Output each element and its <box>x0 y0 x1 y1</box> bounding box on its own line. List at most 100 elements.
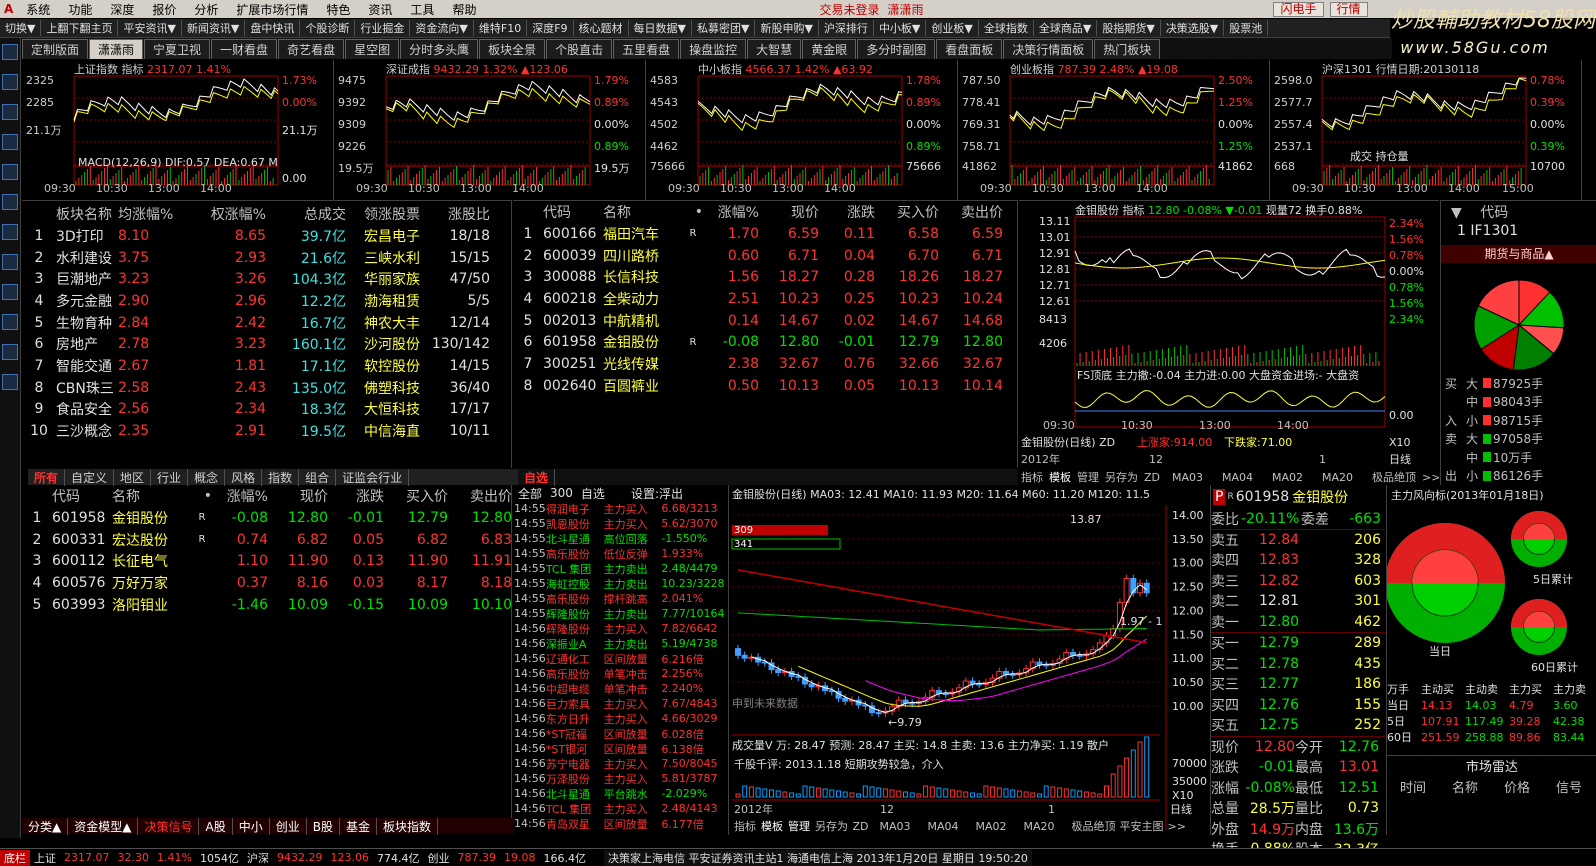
layout-tab[interactable]: 板块全景 <box>479 39 546 59</box>
table-row[interactable]: 7 智能交通 2.67 1.81 17.1亿 软控股份 14/15 <box>22 355 512 377</box>
chart-tab[interactable]: MA20 <box>1024 820 1055 833</box>
column-header[interactable]: 现价 <box>759 202 819 222</box>
column-header[interactable]: 名称 <box>603 202 683 222</box>
signal-row[interactable]: 14:55 北斗星通 高位回落 -1.550% <box>514 531 728 546</box>
chart-tab[interactable]: ZD <box>853 820 869 833</box>
buy-level[interactable]: 买四 12.76 155 <box>1211 695 1385 716</box>
column-header[interactable]: 板块名称 <box>56 204 118 224</box>
line-chart-icon[interactable] <box>2 104 18 120</box>
intraday-svg[interactable]: 13.11 13.01 12.91 12.81 12.71 12.61 8413 4206 2.… <box>1019 201 1439 486</box>
menu-depth[interactable]: 深度 <box>101 1 143 18</box>
column-header[interactable]: 卖出价 <box>939 202 1003 222</box>
layout-tab[interactable]: 五里看盘 <box>613 39 680 59</box>
column-header[interactable]: • <box>192 488 212 504</box>
buy-level[interactable]: 买一 12.79 289 <box>1211 633 1385 654</box>
column-header[interactable]: 买入价 <box>875 202 939 222</box>
toolbar-item[interactable]: 新闻资讯▼ <box>182 20 246 36</box>
layout-tab[interactable]: 分时多头鹰 <box>400 39 479 59</box>
chart-tab[interactable]: MA02 <box>1272 471 1303 484</box>
signal-row[interactable]: 14:56 苏宁电器 主力买入 7.50/8045 <box>514 756 728 771</box>
toolbar-item[interactable]: 创业板▼ <box>926 20 979 36</box>
signal-row[interactable]: 14:56 *ST银河 区间放量 6.138倍 <box>514 741 728 756</box>
table-row[interactable]: 3 巨潮地产 3.23 3.26 104.3亿 华丽家族 47/50 <box>22 268 512 290</box>
column-header[interactable]: 总成交 <box>266 204 346 224</box>
menu-extended[interactable]: 扩展市场行情 <box>227 1 317 18</box>
category-tab[interactable]: 自定义 <box>65 468 115 486</box>
menu-quote[interactable]: 报价 <box>143 1 185 18</box>
signal-row[interactable]: 14:56 中超电缆 单笔冲击 2.240% <box>514 681 728 696</box>
column-header[interactable]: 卖出价 <box>448 486 512 506</box>
table-row[interactable]: 10 三沙概念 2.35 2.91 19.5亿 中信海直 10/11 <box>22 420 512 442</box>
menu-analysis[interactable]: 分析 <box>185 1 227 18</box>
toolbar-item[interactable]: 沪深排行 <box>819 20 874 36</box>
chart-tab[interactable]: 另存为 <box>1105 470 1138 484</box>
signal-row[interactable]: 14:55 凯恩股份 主力买入 5.62/3070 <box>514 516 728 531</box>
table-row[interactable]: 1 600166 福田汽车 R 1.70 6.59 0.11 6.58 6.59 <box>513 223 1018 245</box>
menu-tools[interactable]: 工具 <box>401 1 443 18</box>
category-tab[interactable]: 指数 <box>262 468 300 486</box>
mini-index-chart[interactable]: 深证成指 9432.29 1.32% ▲123.06 9475 9392 9309 92… <box>334 60 646 200</box>
x10-label[interactable]: X10 <box>1172 789 1194 802</box>
layout-tab[interactable]: 宁夏卫视 <box>144 39 211 59</box>
user-name[interactable]: 潇潇雨 <box>883 1 927 18</box>
menu-special[interactable]: 特色 <box>317 1 359 18</box>
kline-icon[interactable] <box>2 134 18 150</box>
exit-icon[interactable] <box>2 374 18 390</box>
signal-filter[interactable]: 全部 <box>514 485 546 502</box>
layout-tab[interactable]: 大智慧 <box>747 39 802 59</box>
chart-tab[interactable]: 模板 <box>761 819 783 833</box>
column-header[interactable]: 均涨幅% <box>118 204 196 224</box>
toolbar-item[interactable]: 行业掘金 <box>355 20 411 36</box>
toolbar-item[interactable]: 维特F10 <box>474 20 528 36</box>
toolbar-item[interactable]: 盘中快讯 <box>245 20 301 36</box>
mini-index-chart[interactable]: 上证指数 指标 2317.07 1.41% 2325 2285 21.1万 1.73% 0… <box>22 60 334 200</box>
toolbar-item[interactable]: 切换▼ <box>0 20 42 36</box>
category-tab[interactable]: 组合 <box>299 468 337 486</box>
toolbar-item[interactable]: 个股诊断 <box>300 20 356 36</box>
column-header[interactable]: 代码 <box>52 486 112 506</box>
table-row[interactable]: 5 生物育种 2.84 2.42 16.7亿 神农大丰 12/14 <box>22 312 512 334</box>
chart-tab[interactable]: 模板 <box>1049 470 1071 484</box>
toolbar-item[interactable]: 全球指数 <box>979 20 1034 36</box>
toolbar-item[interactable]: 股指期货▼ <box>1097 20 1161 36</box>
market-radar-title[interactable]: 市场雷达 <box>1387 755 1596 775</box>
toolbar-item[interactable]: 新股申购▼ <box>755 20 819 36</box>
signal-row[interactable]: 14:55 TCL 集团 主力卖出 2.48/4479 <box>514 561 728 576</box>
layout-tab[interactable]: 潇潇雨 <box>89 39 144 59</box>
chart-tab[interactable]: >> <box>1422 471 1439 484</box>
sell-level[interactable]: 卖二 12.81 301 <box>1211 591 1385 612</box>
chart-tab[interactable]: MA03 <box>880 820 911 833</box>
table-row[interactable]: 4 600218 全柴动力 2.51 10.23 0.25 10.23 10.24 <box>513 288 1018 310</box>
signal-row[interactable]: 14:56 辉隆股份 主力买入 7.82/6642 <box>514 621 728 636</box>
table-row[interactable]: 4 600576 万好万家 0.37 8.16 0.03 8.17 8.18 <box>22 572 512 594</box>
layout-tab[interactable]: 看盘面板 <box>936 39 1003 59</box>
table-row[interactable]: 8 CBN珠三 2.58 2.43 135.0亿 佛塑科技 36/40 <box>22 377 512 399</box>
table-row[interactable]: 2 600331 宏达股份 R 0.74 6.82 0.05 6.82 6.83 <box>22 529 512 551</box>
toolbar-item[interactable]: 决策选股▼ <box>1161 20 1225 36</box>
news-icon[interactable] <box>2 224 18 240</box>
chart-tab[interactable]: MA04 <box>1222 471 1253 484</box>
layout-tab[interactable]: 黄金眼 <box>802 39 857 59</box>
table-row[interactable]: 2 600039 四川路桥 0.60 6.71 0.04 6.70 6.71 <box>513 245 1018 267</box>
signal-row[interactable]: 14:56 深振业A 主力卖出 5.19/4738 <box>514 636 728 651</box>
grid-icon[interactable] <box>2 44 18 60</box>
toolbar-item[interactable]: 每日数据▼ <box>629 20 692 36</box>
table-row[interactable]: 3 300088 长信科技 1.56 18.27 0.28 18.26 18.27 <box>513 266 1018 288</box>
signal-filter[interactable]: 300 <box>546 486 577 500</box>
category-tab[interactable]: 行业 <box>151 468 189 486</box>
futures-title[interactable]: 期货与商品▲ <box>1441 245 1596 263</box>
menu-system[interactable]: 系统 <box>17 1 59 18</box>
toolbar-item[interactable]: 股票池 <box>1224 20 1269 36</box>
bottom-tab[interactable]: 基金 <box>340 817 377 835</box>
toolbar-item[interactable]: 中小板▼ <box>874 20 927 36</box>
layout-tab[interactable]: 奇艺看盘 <box>278 39 345 59</box>
table-row[interactable]: 7 300251 光线传媒 2.38 32.67 0.76 32.66 32.67 <box>513 353 1018 375</box>
flash-trade-button[interactable]: 闪电手 <box>1273 1 1324 17</box>
buy-level[interactable]: 买三 12.77 186 <box>1211 674 1385 695</box>
x10-label[interactable]: X10 <box>1389 436 1411 449</box>
column-header[interactable]: 涨股比 <box>420 204 490 224</box>
chart-tab[interactable]: >> <box>1168 820 1186 833</box>
chart-tab[interactable]: 极品绝顶 <box>1372 470 1416 484</box>
chart-tab[interactable]: 管理 <box>1077 470 1099 484</box>
toolbar-item[interactable]: 核心题材 <box>574 20 629 36</box>
